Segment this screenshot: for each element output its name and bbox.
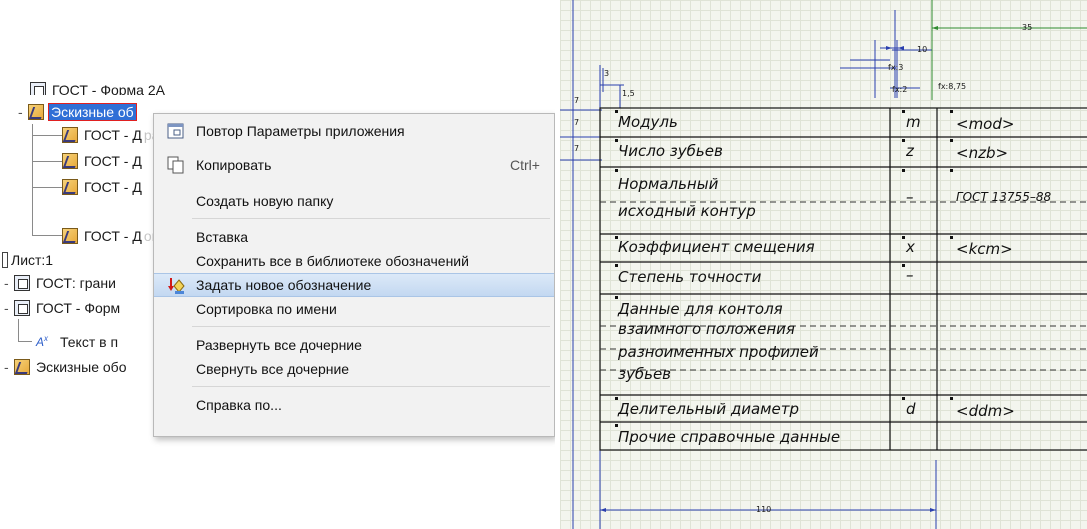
dimension-label: 3 [604,69,610,78]
row-name: Число зубьев [618,142,723,160]
sheet-icon [2,252,8,268]
menu-item-define-symbol[interactable]: Задать новое обозначение [154,273,554,297]
title-block-icon [30,82,46,95]
tree-item-sketched-symbols[interactable]: - Эскизные об [18,101,137,123]
tree-item-text-field[interactable]: Ax Текст в п [36,331,120,353]
row-name: Данные для контоля [618,300,783,318]
row-name: разноименных профилей [618,343,819,361]
border-icon [14,275,30,291]
menu-item-paste[interactable]: Вставка [154,225,554,249]
sketch-folder-icon [14,359,30,375]
text-field-icon: Ax [36,334,49,349]
row-symbol: x [906,238,915,256]
tree-connector [32,161,62,162]
menu-item-save-library[interactable]: Сохранить все в библиотеке обозначений [154,249,554,273]
row-symbol: m [906,113,921,131]
tree-connector [32,135,62,136]
row-name: Коэффициент смещения [618,238,815,256]
define-symbol-icon [168,278,185,294]
tree-connector [32,187,62,188]
menu-separator [192,326,550,327]
tree-connector [32,124,33,236]
tree-item-child-3[interactable]: ГОСТ - Д [62,176,144,198]
dimension-label: 7 [574,118,580,127]
menu-item-collapse-all[interactable]: Свернуть все дочерние [154,357,554,381]
collapse-icon[interactable]: - [18,104,28,120]
row-name: исходный контур [618,202,756,220]
context-menu: Повтор Параметры приложения Копировать C… [153,113,555,437]
row-name: Делительный диаметр [618,400,799,418]
tree-item-title-block[interactable]: - ГОСТ - Форм [4,297,122,319]
row-symbol: d [906,400,916,418]
menu-item-sort-by-name[interactable]: Сортировка по имени [154,297,554,321]
tree-item-sketched-symbols-2[interactable]: - Эскизные обо [4,356,129,378]
dimension-label: 10 [917,45,928,54]
sketch-symbol-icon [62,228,78,244]
row-name: Модуль [618,113,678,131]
dimension-label: fx:3 [888,63,904,72]
collapse-icon[interactable]: - [4,275,14,291]
menu-item-help[interactable]: Справка по... [154,393,554,417]
row-name: Прочие справочные данные [618,428,841,446]
menu-separator [192,218,550,219]
dimension-label: 35 [1022,23,1033,32]
row-value: <mod> [956,115,1015,133]
sketch-symbol-icon [62,153,78,169]
collapse-icon[interactable]: - [4,359,14,375]
dimension-label: fx:2 [892,85,908,94]
title-block-icon [14,300,30,316]
dimension-label: 1,5 [622,89,635,98]
row-name: Нормальный [618,175,719,193]
repeat-settings-icon [167,123,184,139]
dimension-label: 7 [574,144,580,153]
tree-connector [18,341,32,342]
tree-item-child-2[interactable]: ГОСТ - Д [62,150,144,172]
menu-item-expand-all[interactable]: Развернуть все дочерние [154,333,554,357]
tree-connector [18,319,19,341]
tree-item-sheet[interactable]: Лист:1 [2,249,55,271]
dimension-label: 110 [756,505,772,514]
row-symbol: – [906,266,914,284]
menu-separator [192,386,550,387]
drawing-canvas[interactable]: 35 10 fx:3 fx:2 fx:8,75 1,5 3 7 7 7 110 … [560,0,1087,529]
tree-item-border[interactable]: - ГОСТ: грани [4,272,118,294]
row-name: зубьев [618,365,672,383]
dimension-label: fx:8,75 [938,82,967,91]
row-value: <nzb> [956,144,1009,162]
row-symbol: – [906,188,914,206]
dimension-label: 7 [574,96,580,105]
menu-item-repeat-settings[interactable]: Повтор Параметры приложения [154,119,554,143]
sketch-symbol-icon [62,127,78,143]
row-value: ГОСТ 13755–88 [956,190,1052,204]
menu-item-new-folder[interactable]: Создать новую папку [154,189,554,213]
sketch-folder-icon [28,104,44,120]
row-value: <kcm> [956,240,1013,258]
copy-icon [167,156,184,174]
collapse-icon[interactable]: - [4,300,14,316]
menu-item-copy[interactable]: Копировать Ctrl+ [154,153,554,177]
row-name: взаимного положения [618,320,795,338]
row-symbol: z [906,142,914,160]
tree-connector [32,235,62,236]
tree-item-form-2a[interactable]: ГОСТ - Форма 2А [30,79,167,95]
sketch-symbol-icon [62,179,78,195]
symbol-geometry [560,0,1087,529]
browser-panel: ГОСТ - Форма 2А - Эскизные об ГОСТ - Дра… [0,0,555,529]
row-value: <ddm> [956,402,1015,420]
row-name: Степень точности [618,268,762,286]
